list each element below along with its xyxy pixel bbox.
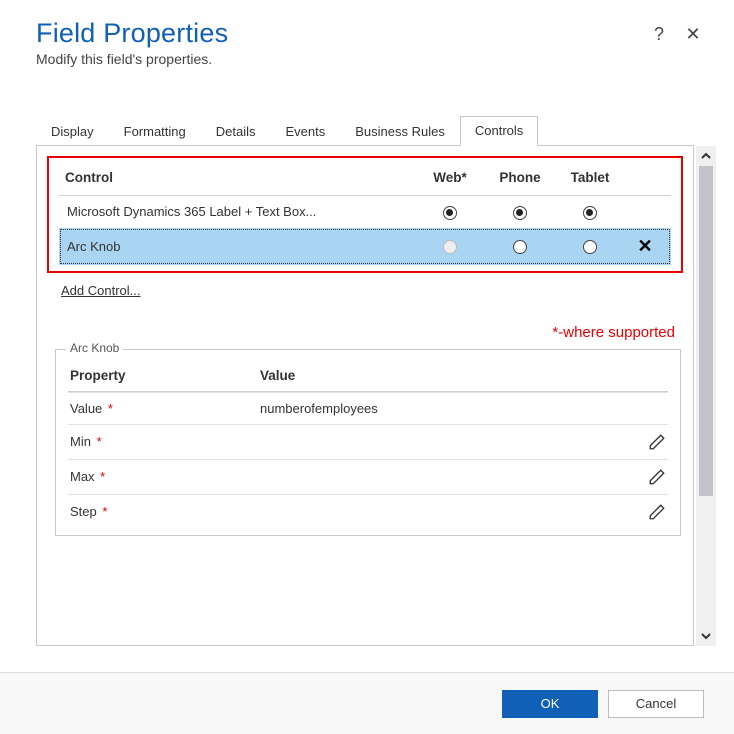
ok-button[interactable]: OK: [502, 690, 598, 718]
col-tablet: Tablet: [555, 170, 625, 185]
prop-name: Max: [70, 469, 95, 484]
scroll-up-icon[interactable]: [696, 146, 716, 166]
prop-row-step: Step *: [68, 494, 668, 529]
controls-row-selected[interactable]: Arc Knob ✕: [59, 228, 671, 265]
tab-formatting[interactable]: Formatting: [109, 117, 201, 146]
footnote-where-supported: *-where supported: [37, 324, 675, 341]
prop-name: Min: [70, 434, 91, 449]
scroll-down-icon[interactable]: [696, 626, 716, 646]
dialog-button-bar: OK Cancel: [0, 672, 734, 734]
add-control-link[interactable]: Add Control...: [61, 283, 141, 298]
radio-tablet[interactable]: [583, 240, 597, 254]
prop-name: Value: [70, 401, 102, 416]
col-web: Web*: [415, 170, 485, 185]
tab-business-rules[interactable]: Business Rules: [340, 117, 460, 146]
panel-legend: Arc Knob: [66, 341, 123, 355]
radio-web[interactable]: [443, 206, 457, 220]
prop-row-value: Value * numberofemployees: [68, 392, 668, 424]
col-value: Value: [260, 368, 626, 383]
prop-name: Step: [70, 504, 97, 519]
field-properties-dialog: Field Properties Modify this field's pro…: [0, 0, 734, 734]
prop-value: numberofemployees: [260, 401, 626, 416]
scroll-track[interactable]: [699, 166, 713, 626]
controls-tab-content: Control Web* Phone Tablet Microsoft Dyna…: [36, 146, 694, 646]
required-mark: *: [99, 504, 108, 519]
dialog-header: Field Properties Modify this field's pro…: [0, 0, 734, 85]
tab-content-wrap: Control Web* Phone Tablet Microsoft Dyna…: [36, 146, 716, 646]
vertical-scrollbar[interactable]: [696, 146, 716, 646]
radio-tablet[interactable]: [583, 206, 597, 220]
required-mark: *: [104, 401, 113, 416]
prop-row-min: Min *: [68, 424, 668, 459]
pencil-icon[interactable]: [648, 503, 666, 521]
control-name: Arc Knob: [65, 239, 415, 254]
controls-table-header: Control Web* Phone Tablet: [59, 166, 671, 196]
props-header: Property Value: [68, 360, 668, 392]
tabstrip: Display Formatting Details Events Busine…: [36, 115, 694, 146]
help-icon[interactable]: ?: [648, 24, 670, 45]
controls-row[interactable]: Microsoft Dynamics 365 Label + Text Box.…: [59, 196, 671, 228]
control-name: Microsoft Dynamics 365 Label + Text Box.…: [65, 204, 415, 219]
tab-events[interactable]: Events: [271, 117, 341, 146]
dialog-title: Field Properties: [36, 18, 648, 49]
close-icon[interactable]: ✕: [682, 24, 704, 45]
radio-web-disabled: [443, 240, 457, 254]
controls-table-highlight: Control Web* Phone Tablet Microsoft Dyna…: [47, 156, 683, 273]
pencil-icon[interactable]: [648, 468, 666, 486]
scroll-thumb[interactable]: [699, 166, 713, 496]
required-mark: *: [97, 469, 106, 484]
tab-display[interactable]: Display: [36, 117, 109, 146]
radio-phone[interactable]: [513, 240, 527, 254]
pencil-icon[interactable]: [648, 433, 666, 451]
dialog-subtitle: Modify this field's properties.: [36, 51, 648, 67]
radio-phone[interactable]: [513, 206, 527, 220]
tab-controls[interactable]: Controls: [460, 116, 538, 146]
required-mark: *: [93, 434, 102, 449]
col-control: Control: [65, 170, 415, 185]
prop-row-max: Max *: [68, 459, 668, 494]
remove-control-icon[interactable]: ✕: [625, 236, 665, 257]
tab-details[interactable]: Details: [201, 117, 271, 146]
col-property: Property: [70, 368, 260, 383]
cancel-button[interactable]: Cancel: [608, 690, 704, 718]
arc-knob-properties-panel: Arc Knob Property Value Value * numberof…: [55, 349, 681, 536]
col-phone: Phone: [485, 170, 555, 185]
